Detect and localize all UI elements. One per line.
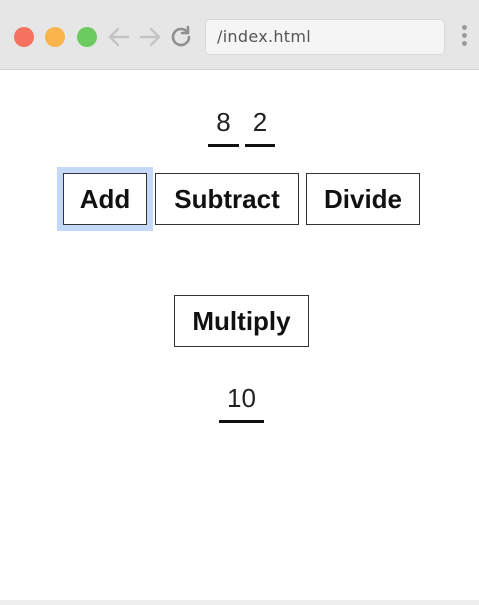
result-value: 10 xyxy=(227,383,256,413)
bottom-edge xyxy=(0,600,479,605)
browser-toolbar: /index.html xyxy=(0,0,479,70)
operand-b-input[interactable]: 2 xyxy=(245,106,275,147)
operand-b-value: 2 xyxy=(252,107,268,137)
divide-button[interactable]: Divide xyxy=(306,173,420,225)
multiply-button[interactable]: Multiply xyxy=(174,295,309,347)
operand-b-underline xyxy=(245,144,275,147)
add-button[interactable]: Add xyxy=(57,167,153,231)
reload-icon[interactable] xyxy=(168,24,194,50)
minimize-window-icon[interactable] xyxy=(45,27,65,47)
close-window-icon[interactable] xyxy=(14,27,34,47)
forward-arrow-icon[interactable] xyxy=(137,24,163,50)
subtract-button[interactable]: Subtract xyxy=(155,173,299,225)
address-bar[interactable]: /index.html xyxy=(205,19,445,55)
menu-kebab-icon[interactable] xyxy=(462,25,468,49)
back-arrow-icon[interactable] xyxy=(106,24,132,50)
operand-a-input[interactable]: 8 xyxy=(208,106,239,147)
maximize-window-icon[interactable] xyxy=(77,27,97,47)
result-underline xyxy=(219,420,264,423)
result-display: 10 xyxy=(219,382,264,423)
operand-a-value: 8 xyxy=(216,107,231,137)
operand-a-underline xyxy=(208,144,239,147)
